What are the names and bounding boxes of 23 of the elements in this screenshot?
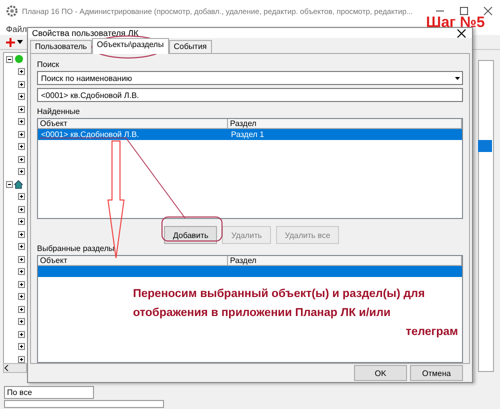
action-button[interactable]: Добавить xyxy=(164,226,218,244)
annotation-text: Переносим выбранный объект(ы) и раздел(ы) для отображения в приложении Планар ЛК и/или телеграм xyxy=(133,287,458,340)
column-header[interactable]: Объект xyxy=(38,256,228,266)
table-row[interactable]: <0001> кв.Сдобновой Л.В. Раздел 1 xyxy=(38,129,462,140)
dialog-button[interactable]: Отмена xyxy=(410,365,463,381)
step-label: Шаг №5 xyxy=(426,14,485,31)
found-label: Найденные xyxy=(37,107,81,117)
dialog-button[interactable]: OK xyxy=(354,365,407,381)
column-header[interactable]: Раздел xyxy=(228,119,462,129)
tab[interactable]: Пользователь xyxy=(30,40,92,53)
selected-label: Выбранные разделы xyxy=(37,244,116,254)
table-cell-text: Раздел 1 xyxy=(230,129,266,140)
column-header[interactable]: Раздел xyxy=(228,256,462,266)
tab[interactable]: Объекты\разделы xyxy=(92,38,169,54)
tab[interactable]: События xyxy=(168,40,212,53)
search-label: Поиск xyxy=(37,60,60,70)
column-header[interactable]: Объект xyxy=(38,119,228,129)
menu-item[interactable]: Файл xyxy=(6,24,27,34)
search-field[interactable]: <0001> кв.Сдобновой Л.В. xyxy=(37,88,463,102)
search-mode-dropdown[interactable]: Поиск по наименованию xyxy=(37,71,463,85)
table-cell-text: <0001> кв.Сдобновой Л.В. xyxy=(40,129,140,140)
dialog-title: Свойства пользователя ЛК xyxy=(32,28,138,38)
filter-field[interactable]: По все xyxy=(4,386,94,399)
